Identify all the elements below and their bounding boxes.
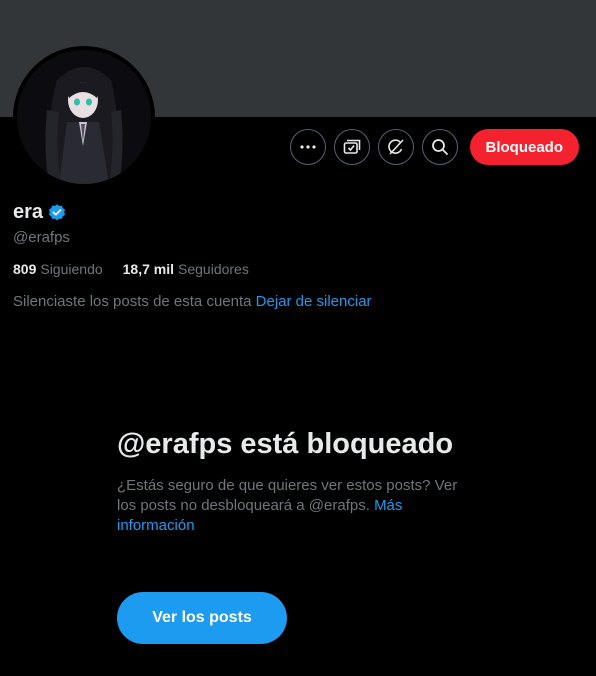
blocked-panel: @erafps está bloqueado ¿Estás seguro de …	[117, 426, 479, 536]
avatar[interactable]	[17, 50, 151, 184]
following-count: 809	[13, 261, 37, 277]
following-label: Siguiendo	[40, 261, 103, 277]
blocked-description-text: ¿Estás seguro de que quieres ver estos p…	[117, 477, 458, 514]
handle: @erafps	[13, 229, 70, 246]
followers-label: Seguidores	[178, 261, 249, 277]
display-name: era	[13, 201, 44, 223]
blocked-description: ¿Estás seguro de que quieres ver estos p…	[117, 476, 479, 536]
grok-icon	[387, 139, 404, 155]
avatar-image	[17, 50, 151, 184]
search-icon	[431, 139, 448, 155]
avatar-frame[interactable]	[13, 46, 155, 188]
profile-stats: 809 Siguiendo 18,7 mil Seguidores	[13, 261, 249, 277]
muted-notice: Silenciaste los posts de esta cuenta Dej…	[13, 293, 372, 310]
verified-badge-icon[interactable]	[47, 203, 67, 223]
profile-actions: Bloqueado	[289, 129, 579, 165]
unmute-link[interactable]: Dejar de silenciar	[256, 293, 372, 310]
search-button[interactable]	[421, 129, 458, 165]
following-link[interactable]: 809 Siguiendo	[13, 261, 103, 277]
followers-link[interactable]: 18,7 mil Seguidores	[123, 261, 249, 277]
view-posts-button[interactable]: Ver los posts	[117, 592, 287, 644]
followers-count: 18,7 mil	[122, 261, 175, 277]
blocked-button[interactable]: Bloqueado	[469, 129, 579, 165]
blocked-title: @erafps está bloqueado	[117, 428, 454, 460]
subscriptions-button[interactable]	[333, 129, 370, 165]
name-row: era	[13, 201, 67, 224]
more-icon	[299, 145, 316, 149]
more-button[interactable]	[289, 129, 326, 165]
subscriptions-icon	[343, 139, 360, 154]
muted-text: Silenciaste los posts de esta cuenta	[13, 293, 252, 310]
grok-button[interactable]	[377, 129, 414, 165]
